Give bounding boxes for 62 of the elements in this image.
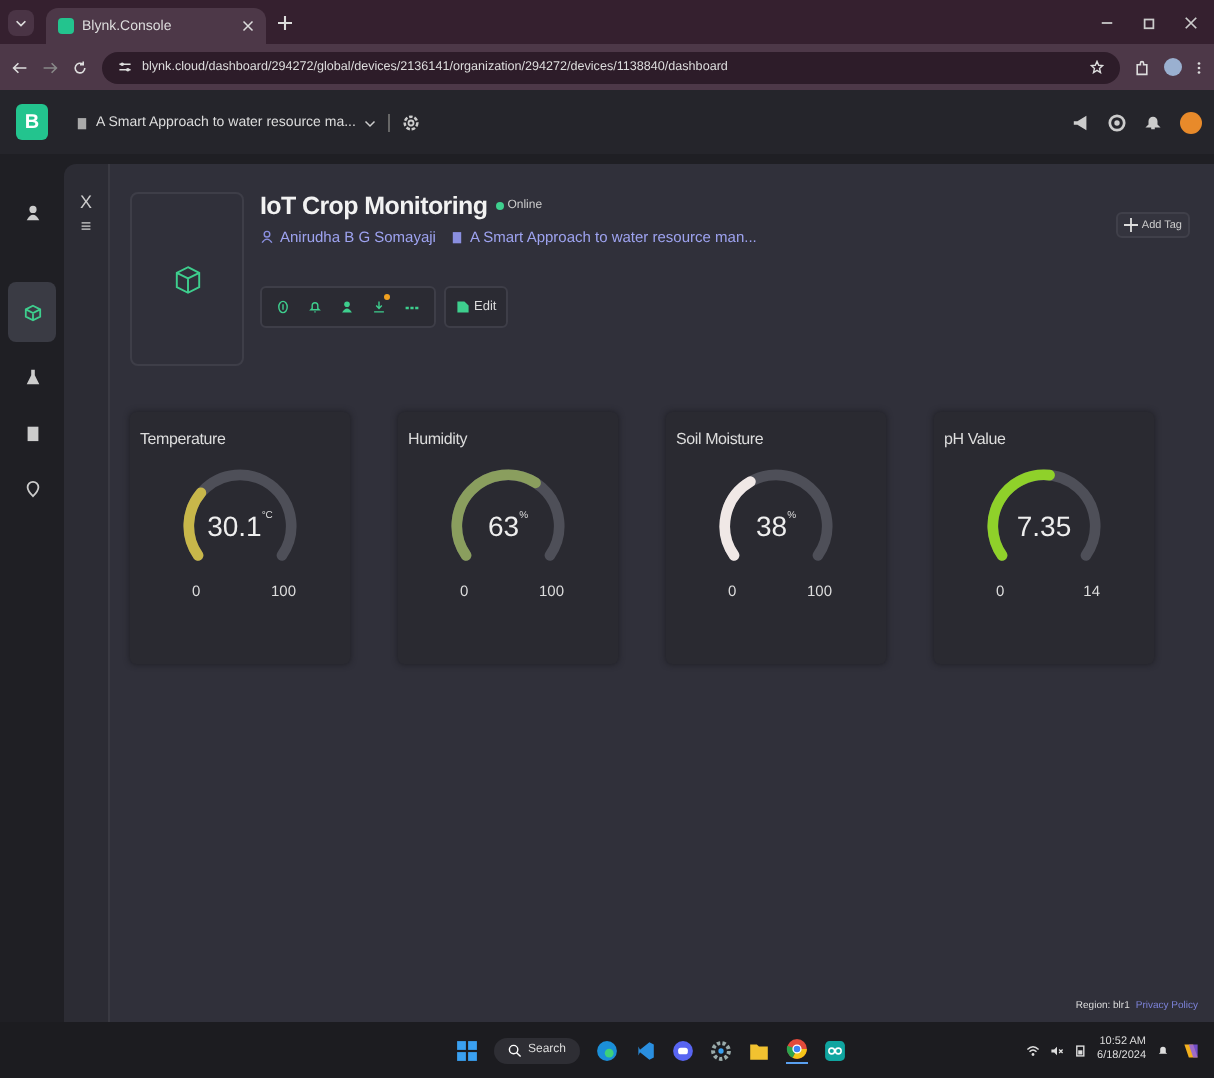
- gauge-value: 7.35: [1016, 510, 1072, 542]
- settings-icon[interactable]: [401, 113, 420, 131]
- chrome-browser-icon[interactable]: [786, 1037, 809, 1063]
- info-icon[interactable]: [276, 300, 290, 314]
- edit-icon: [456, 300, 470, 314]
- back-icon[interactable]: [12, 59, 28, 75]
- forward-icon[interactable]: [42, 59, 58, 75]
- person-icon[interactable]: [340, 300, 354, 314]
- new-tab-icon[interactable]: [278, 15, 292, 29]
- clipboard-icon: [23, 423, 41, 441]
- menu-button[interactable]: ≡: [80, 216, 92, 236]
- person-icon: [260, 230, 274, 244]
- gauge-value: 38: [755, 510, 788, 542]
- more-icon[interactable]: [404, 303, 420, 311]
- person-icon: [23, 203, 41, 221]
- cube-icon: [23, 303, 41, 321]
- battery-icon[interactable]: [1073, 1043, 1088, 1057]
- code-editor-icon[interactable]: [634, 1039, 657, 1061]
- arduino-icon[interactable]: [824, 1039, 847, 1061]
- chevron-down-icon: [363, 115, 376, 129]
- bell-icon[interactable]: [308, 300, 322, 314]
- user-avatar[interactable]: [1180, 111, 1202, 133]
- close-window-icon[interactable]: [1184, 15, 1198, 29]
- close-panel-button[interactable]: X: [79, 192, 92, 212]
- extensions-icon[interactable]: [1134, 59, 1150, 75]
- reload-icon[interactable]: [72, 59, 88, 75]
- device-name: IoT Crop Monitoring: [260, 192, 488, 220]
- chevron-down-icon: [14, 15, 28, 29]
- megaphone-icon[interactable]: [1072, 113, 1090, 131]
- profile-avatar[interactable]: [1164, 58, 1182, 76]
- bell-icon[interactable]: [1156, 1043, 1170, 1057]
- gauge-title: Humidity: [408, 430, 470, 448]
- site-settings-icon[interactable]: [118, 60, 132, 74]
- gauge-title: Soil Moisture: [676, 430, 766, 448]
- tab-list-button[interactable]: [8, 9, 34, 35]
- bell-icon[interactable]: [1144, 113, 1162, 131]
- restore-icon[interactable]: [1142, 15, 1156, 29]
- flask-icon: [23, 367, 41, 385]
- pin-icon: [23, 479, 41, 497]
- windows-start-icon[interactable]: [456, 1039, 478, 1061]
- gauge-title: pH Value: [944, 430, 1008, 448]
- speaker-muted-icon[interactable]: [1049, 1043, 1064, 1057]
- blynk-logo-icon: [58, 18, 74, 34]
- gauge-value: 63: [487, 510, 520, 542]
- wifi-icon[interactable]: [1025, 1043, 1040, 1057]
- clipboard-icon: [76, 115, 88, 129]
- search-icon: [508, 1043, 522, 1057]
- chat-app-icon[interactable]: [672, 1039, 695, 1061]
- edge-browser-icon[interactable]: [596, 1039, 619, 1061]
- download-icon[interactable]: [372, 300, 386, 314]
- sidebar-item[interactable]: [8, 282, 56, 342]
- more-icon[interactable]: [1196, 59, 1202, 75]
- cube-icon: [171, 263, 203, 295]
- gear-icon[interactable]: [710, 1039, 733, 1061]
- gauge-value: 30.1: [207, 510, 262, 542]
- plus-icon: [1123, 218, 1138, 232]
- folder-icon[interactable]: [748, 1039, 771, 1061]
- clipboard-icon: [449, 230, 464, 244]
- notification-badge: [384, 294, 390, 300]
- star-icon[interactable]: [1090, 60, 1104, 74]
- gauge-title: Temperature: [140, 430, 228, 448]
- close-icon[interactable]: [242, 20, 254, 32]
